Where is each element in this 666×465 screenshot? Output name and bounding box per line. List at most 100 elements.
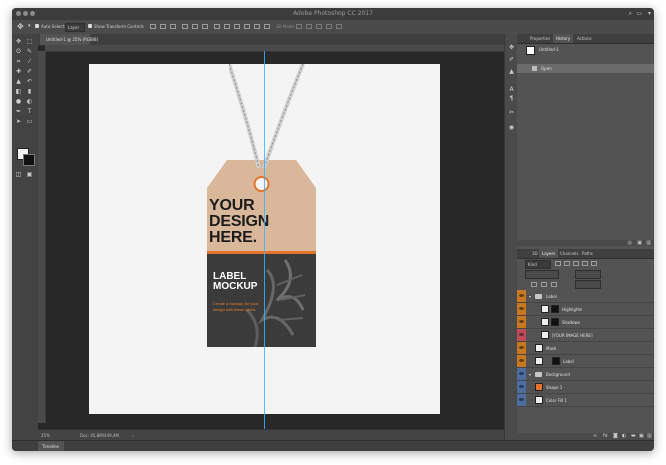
align-right-icon[interactable] — [202, 24, 208, 29]
visibility-eye-icon[interactable] — [517, 290, 526, 302]
filter-smart-object-icon[interactable] — [591, 261, 597, 266]
blur-tool-icon[interactable]: ● — [15, 98, 22, 105]
distribute-left-icon[interactable] — [244, 24, 250, 29]
share-icon[interactable]: ▾ — [648, 10, 651, 17]
adjustment-layer-icon[interactable]: ◐ — [622, 433, 626, 439]
quick-select-tool-icon[interactable]: ✎ — [26, 48, 33, 55]
chevron-down-icon[interactable]: ▾ — [529, 294, 531, 299]
layer-style-icon[interactable]: fx — [603, 433, 608, 439]
tab-paths[interactable]: Paths — [579, 249, 596, 258]
marquee-tool-icon[interactable]: ⬚ — [26, 38, 33, 45]
background-color-swatch[interactable] — [23, 154, 35, 166]
align-middle-icon[interactable] — [160, 24, 166, 29]
pan-3d-icon[interactable] — [316, 24, 322, 29]
visibility-eye-icon[interactable] — [517, 368, 526, 380]
orbit-3d-icon[interactable] — [296, 24, 302, 29]
brush-settings-icon[interactable]: ✐ — [508, 56, 515, 63]
crop-tool-icon[interactable]: ⌗ — [15, 58, 22, 65]
document-tab[interactable]: Untitled-1 @ 25% (RGB/8) — [40, 34, 98, 45]
history-brush-tool-icon[interactable]: ↶ — [26, 78, 33, 85]
clone-source-icon[interactable]: ▲ — [508, 68, 515, 75]
distribute-top-icon[interactable] — [214, 24, 220, 29]
layer-row[interactable]: Shape 1 — [517, 381, 654, 394]
opacity-field[interactable] — [575, 270, 601, 279]
quick-mask-icon[interactable]: ◫ — [15, 171, 22, 178]
vertical-guide[interactable] — [264, 51, 265, 440]
visibility-eye-icon[interactable] — [517, 381, 526, 393]
show-transform-checkbox[interactable] — [88, 24, 92, 28]
gradient-tool-icon[interactable]: ▮ — [26, 88, 33, 95]
layer-row[interactable]: ▾ Background — [517, 368, 654, 381]
filter-shape-icon[interactable] — [582, 261, 588, 266]
auto-select-dropdown[interactable]: Layer — [65, 23, 85, 32]
tab-layers[interactable]: Layers — [539, 249, 559, 258]
tab-properties[interactable]: Properties — [527, 34, 553, 43]
search-icon[interactable]: ⌕ — [629, 10, 632, 18]
lock-all-icon[interactable] — [551, 282, 557, 287]
add-mask-icon[interactable]: ◙ — [613, 433, 618, 439]
tab-history[interactable]: History — [553, 34, 574, 43]
workspace-icon[interactable]: ▭ — [636, 10, 642, 17]
layer-row[interactable]: [YOUR IMAGE HERE] — [517, 329, 654, 342]
filter-adjustment-icon[interactable] — [564, 261, 570, 266]
move-tool-icon[interactable]: ✥ — [17, 22, 24, 31]
vertical-ruler[interactable] — [38, 51, 46, 423]
tool-presets-icon[interactable]: ✂ — [508, 109, 515, 116]
healing-brush-tool-icon[interactable]: ✚ — [15, 68, 22, 75]
lasso-tool-icon[interactable]: ʘ — [15, 48, 22, 55]
tab-actions[interactable]: Actions — [574, 34, 595, 43]
new-document-icon[interactable]: ▣ — [637, 240, 642, 246]
visibility-eye-icon[interactable] — [517, 316, 526, 328]
character-panel-icon[interactable]: A — [508, 86, 515, 93]
lock-position-icon[interactable] — [541, 282, 547, 287]
visibility-eye-icon[interactable] — [517, 355, 526, 367]
blend-mode-dropdown[interactable] — [525, 270, 559, 279]
layer-row[interactable]: Color Fill 1 — [517, 394, 654, 407]
visibility-eye-icon[interactable] — [517, 329, 526, 341]
distribute-middle-icon[interactable] — [224, 24, 230, 29]
auto-align-icon[interactable] — [264, 24, 270, 29]
zoom-level[interactable]: 25% — [41, 433, 50, 438]
type-tool-icon[interactable]: T — [26, 108, 33, 115]
align-center-icon[interactable] — [192, 24, 198, 29]
fill-field[interactable] — [575, 280, 601, 289]
chevron-down-icon[interactable]: ▾ — [28, 23, 31, 29]
paragraph-panel-icon[interactable]: ¶ — [508, 95, 515, 102]
eyedropper-tool-icon[interactable]: ⁄ — [26, 58, 33, 65]
clone-stamp-tool-icon[interactable]: ▲ — [15, 78, 22, 85]
layer-kind-filter[interactable]: Kind — [525, 260, 551, 269]
pen-tool-icon[interactable]: ✒ — [15, 108, 22, 115]
dodge-tool-icon[interactable]: ◐ — [26, 98, 33, 105]
align-top-icon[interactable] — [150, 24, 156, 29]
layer-row[interactable]: Label — [517, 355, 654, 368]
tab-channels[interactable]: Channels — [557, 249, 582, 258]
horizontal-ruler[interactable] — [45, 45, 504, 52]
scale-3d-icon[interactable] — [336, 24, 342, 29]
filter-pixel-icon[interactable] — [555, 261, 561, 266]
move-3d-icon[interactable]: ✥ — [508, 44, 515, 51]
lock-pixels-icon[interactable] — [531, 282, 537, 287]
align-bottom-icon[interactable] — [170, 24, 176, 29]
distribute-center-icon[interactable] — [254, 24, 260, 29]
trash-icon[interactable]: ▥ — [646, 240, 651, 246]
new-group-icon[interactable]: ▬ — [631, 433, 636, 439]
visibility-eye-icon[interactable] — [517, 394, 526, 406]
visibility-eye-icon[interactable] — [517, 303, 526, 315]
snapshot-icon[interactable]: ◎ — [628, 240, 632, 246]
align-left-icon[interactable] — [182, 24, 188, 29]
history-step-row[interactable]: Open — [517, 64, 654, 73]
distribute-bottom-icon[interactable] — [234, 24, 240, 29]
libraries-icon[interactable]: ◉ — [508, 124, 515, 131]
eraser-tool-icon[interactable]: ◧ — [15, 88, 22, 95]
trash-icon[interactable]: ▥ — [647, 433, 652, 439]
new-layer-icon[interactable]: ▣ — [639, 433, 644, 439]
visibility-eye-icon[interactable] — [517, 342, 526, 354]
screen-mode-icon[interactable]: ▣ — [26, 171, 33, 178]
history-snapshot-row[interactable]: Untitled-1 — [517, 45, 654, 55]
brush-tool-icon[interactable]: ✐ — [26, 68, 33, 75]
layer-row[interactable]: Highlights — [517, 303, 654, 316]
move-tool-icon[interactable]: ✥ — [15, 38, 22, 45]
layer-row[interactable]: Shadows — [517, 316, 654, 329]
roll-3d-icon[interactable] — [306, 24, 312, 29]
path-selection-tool-icon[interactable]: ➤ — [15, 118, 22, 125]
